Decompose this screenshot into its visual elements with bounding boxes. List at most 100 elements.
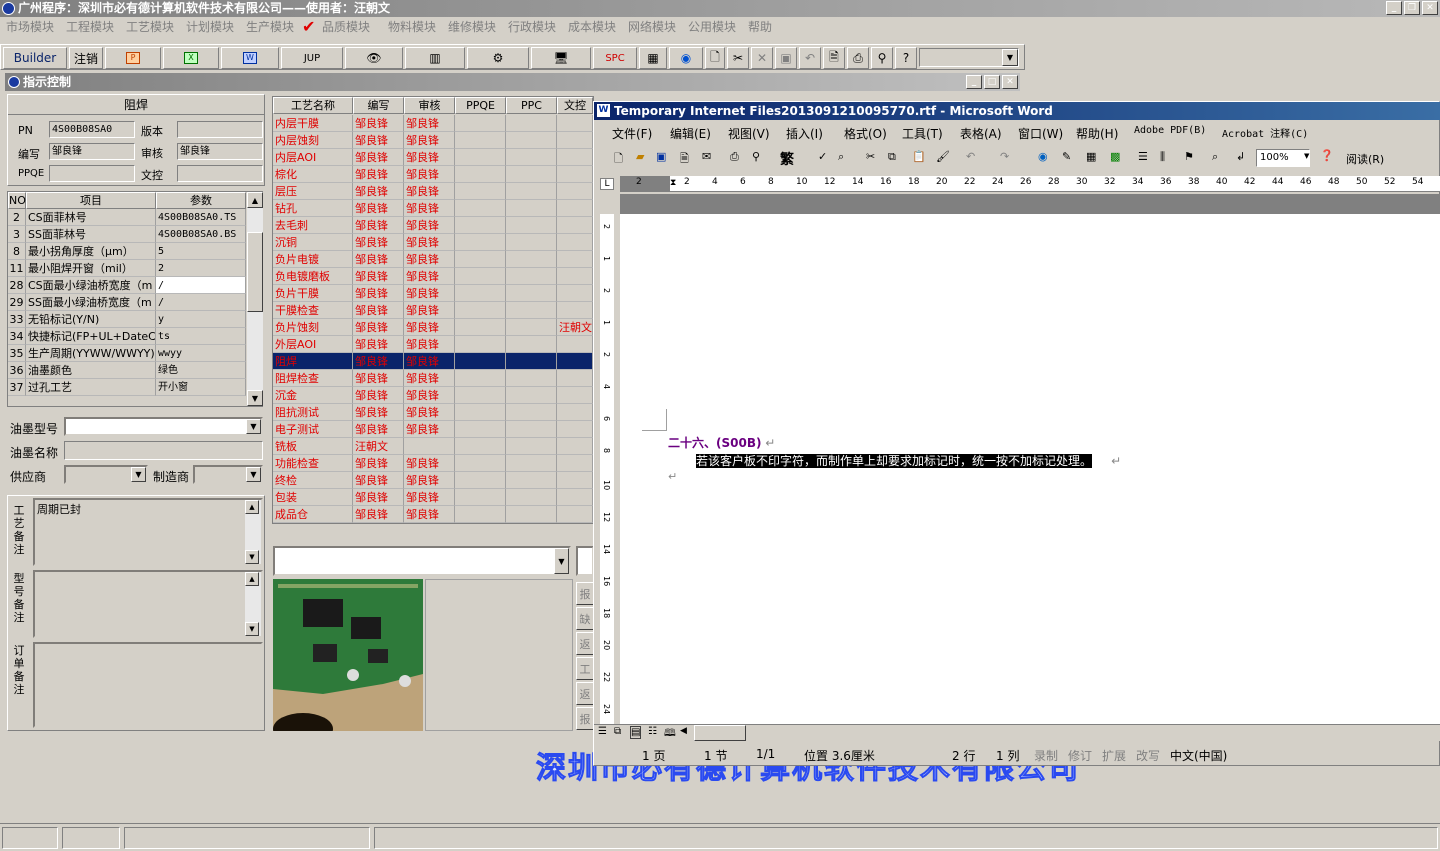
process-combo[interactable]: ▼ bbox=[273, 546, 571, 576]
params-row[interactable]: 36 油墨颜色 绿色 bbox=[8, 362, 246, 379]
ink-name-field[interactable] bbox=[64, 441, 263, 460]
process-row[interactable]: 阻焊检查 邹良锋 邹良锋 bbox=[273, 370, 593, 387]
computer-button[interactable]: 🖥 bbox=[531, 47, 591, 69]
indent-marker-icon[interactable]: ⧗ bbox=[670, 178, 678, 190]
logout-button[interactable]: 注销 bbox=[69, 47, 103, 69]
side-button-5[interactable]: 报 bbox=[576, 707, 594, 730]
chevron-down-icon[interactable]: ▼ bbox=[554, 548, 569, 574]
process-row[interactable]: 终检 邹良锋 邹良锋 bbox=[273, 472, 593, 489]
params-row-value[interactable]: / bbox=[156, 277, 246, 294]
columns-icon[interactable]: ☰ bbox=[1138, 150, 1148, 163]
chevron-down-icon[interactable]: ▼ bbox=[131, 467, 146, 482]
params-row[interactable]: 35 生产周期(YYWW/WWYY) wwyy bbox=[8, 345, 246, 362]
outline-view-icon[interactable]: ☷ bbox=[648, 726, 657, 737]
params-row[interactable]: 11 最小阻焊开窗（mil） 2 bbox=[8, 260, 246, 277]
params-row-value[interactable]: y bbox=[156, 311, 246, 328]
read-button[interactable]: 阅读(R) bbox=[1346, 151, 1384, 167]
scroll-up-icon[interactable]: ▲ bbox=[245, 572, 259, 586]
process-row[interactable]: 成品仓 邹良锋 邹良锋 bbox=[273, 506, 593, 523]
params-row[interactable]: 33 无铅标记(Y/N) y bbox=[8, 311, 246, 328]
process-row[interactable]: 内层干膜 邹良锋 邹良锋 bbox=[273, 115, 593, 132]
side-field[interactable] bbox=[576, 546, 594, 576]
calendar-button[interactable]: ▦ bbox=[639, 47, 667, 69]
supplier-select[interactable]: ▼ bbox=[64, 465, 148, 484]
cut-icon[interactable]: ✂ bbox=[866, 150, 875, 163]
maker-select[interactable]: ▼ bbox=[193, 465, 263, 484]
help-icon[interactable]: ❓ bbox=[1320, 149, 1334, 162]
scroll-up-icon[interactable]: ▲ bbox=[245, 500, 259, 514]
jup-button[interactable]: JUP bbox=[281, 47, 343, 69]
menu-item-10[interactable]: 网络模块 bbox=[628, 17, 676, 37]
permission-icon[interactable]: 🗎 bbox=[680, 150, 689, 169]
side-button-2[interactable]: 返 bbox=[576, 632, 594, 655]
params-row-value[interactable]: 4S00B08SA0.TS bbox=[156, 209, 246, 226]
scroll-left-icon[interactable]: ◀ bbox=[680, 726, 687, 736]
params-row-value[interactable]: ts bbox=[156, 328, 246, 345]
normal-view-icon[interactable]: ☰ bbox=[598, 726, 607, 737]
side-button-0[interactable]: 报 bbox=[576, 582, 594, 605]
print-preview-icon[interactable]: ⚲ bbox=[752, 150, 760, 163]
close-icon[interactable]: ✕ bbox=[1002, 75, 1018, 89]
view-button[interactable]: 👁 bbox=[345, 47, 403, 69]
params-row[interactable]: 2 CS面菲林号 4S00B08SA0.TS bbox=[8, 209, 246, 226]
scroll-down-icon[interactable]: ▼ bbox=[245, 550, 259, 564]
params-row-value[interactable]: 2 bbox=[156, 260, 246, 277]
word-menu-item-9[interactable]: Adobe PDF(B) bbox=[1134, 125, 1206, 136]
word-menu-item-7[interactable]: 窗口(W) bbox=[1018, 125, 1063, 142]
show-hide-icon[interactable]: ⌕ bbox=[1212, 150, 1218, 164]
cut-button[interactable]: ✂ bbox=[727, 47, 749, 69]
process-row[interactable]: 层压 邹良锋 邹良锋 bbox=[273, 183, 593, 200]
version-field[interactable] bbox=[177, 121, 263, 138]
minimize-icon[interactable]: _ bbox=[1386, 1, 1402, 15]
menu-item-3[interactable]: 计划模块 bbox=[186, 17, 234, 37]
find-button[interactable]: ⚲ bbox=[871, 47, 893, 69]
menu-item-11[interactable]: 公用模块 bbox=[688, 17, 736, 37]
word-menu-item-1[interactable]: 编辑(E) bbox=[670, 125, 711, 142]
new-button[interactable]: 🗋 bbox=[705, 47, 725, 69]
params-row[interactable]: 8 最小拐角厚度（μm） 5 bbox=[8, 243, 246, 260]
print-icon[interactable]: ⎙ bbox=[730, 150, 739, 164]
menu-item-9[interactable]: 成本模块 bbox=[568, 17, 616, 37]
process-row[interactable]: 内层AOI 邹良锋 邹良锋 bbox=[273, 149, 593, 166]
undo-icon[interactable]: ↶ bbox=[966, 150, 975, 163]
process-row[interactable]: 负电镀磨板 邹良锋 邹良锋 bbox=[273, 268, 593, 285]
process-note-field[interactable]: 周期已封 ▲ ▼ bbox=[33, 498, 263, 566]
spc-button[interactable]: SPC bbox=[593, 47, 637, 69]
menu-item-6[interactable]: 物料模块 bbox=[388, 17, 436, 37]
params-row[interactable]: 34 快捷标记(FP+UL+DateCo ts bbox=[8, 328, 246, 345]
menu-item-7[interactable]: 维修模块 bbox=[448, 17, 496, 37]
order-note-field[interactable] bbox=[33, 642, 263, 728]
hscroll-thumb[interactable] bbox=[694, 725, 746, 741]
ppqe-field[interactable] bbox=[49, 165, 135, 182]
side-button-3[interactable]: 工 bbox=[576, 657, 594, 680]
word-menu-item-5[interactable]: 工具(T) bbox=[902, 125, 943, 142]
copy-icon[interactable]: ⧉ bbox=[888, 150, 896, 164]
chevron-down-icon[interactable]: ▼ bbox=[246, 419, 261, 434]
insert-table-icon[interactable]: ▦ bbox=[1086, 150, 1096, 163]
scroll-up-icon[interactable]: ▲ bbox=[247, 192, 263, 208]
minimize-icon[interactable]: _ bbox=[966, 75, 982, 89]
document-page[interactable]: 二十六、(S00B) ↵ 若该客户板不印字符，而制作单上却要求加标记时，统一按不… bbox=[620, 214, 1440, 724]
chevron-down-icon[interactable]: ▼ bbox=[1304, 152, 1309, 160]
new-doc-icon[interactable]: 🗋 bbox=[614, 150, 623, 169]
process-row[interactable]: 沉铜 邹良锋 邹良锋 bbox=[273, 234, 593, 251]
process-row[interactable]: 铣板 汪朝文 bbox=[273, 438, 593, 455]
process-row[interactable]: 钻孔 邹良锋 邹良锋 bbox=[273, 200, 593, 217]
preview-button[interactable]: 🗎 bbox=[823, 47, 845, 69]
menu-item-8[interactable]: 行政模块 bbox=[508, 17, 556, 37]
drawing-icon[interactable]: ⫼ bbox=[1160, 150, 1165, 164]
database-button[interactable]: ▥ bbox=[405, 47, 465, 69]
research-icon[interactable]: ⌕ bbox=[838, 150, 844, 164]
email-icon[interactable]: ✉ bbox=[702, 150, 711, 163]
params-row-value[interactable]: wwyy bbox=[156, 345, 246, 362]
wenkong-field[interactable] bbox=[177, 165, 263, 182]
model-note-field[interactable]: ▲ ▼ bbox=[33, 570, 263, 638]
open-folder-icon[interactable]: ▰ bbox=[636, 150, 644, 163]
reading-view-icon[interactable]: 🕮 bbox=[664, 726, 676, 743]
process-row[interactable]: 功能检查 邹良锋 邹良锋 bbox=[273, 455, 593, 472]
word-button[interactable]: W bbox=[221, 47, 279, 69]
delete-button[interactable]: ✕ bbox=[751, 47, 773, 69]
tools-button[interactable]: ⚙ bbox=[467, 47, 529, 69]
process-row[interactable]: 负片干膜 邹良锋 邹良锋 bbox=[273, 285, 593, 302]
word-menu-item-6[interactable]: 表格(A) bbox=[960, 125, 1002, 142]
